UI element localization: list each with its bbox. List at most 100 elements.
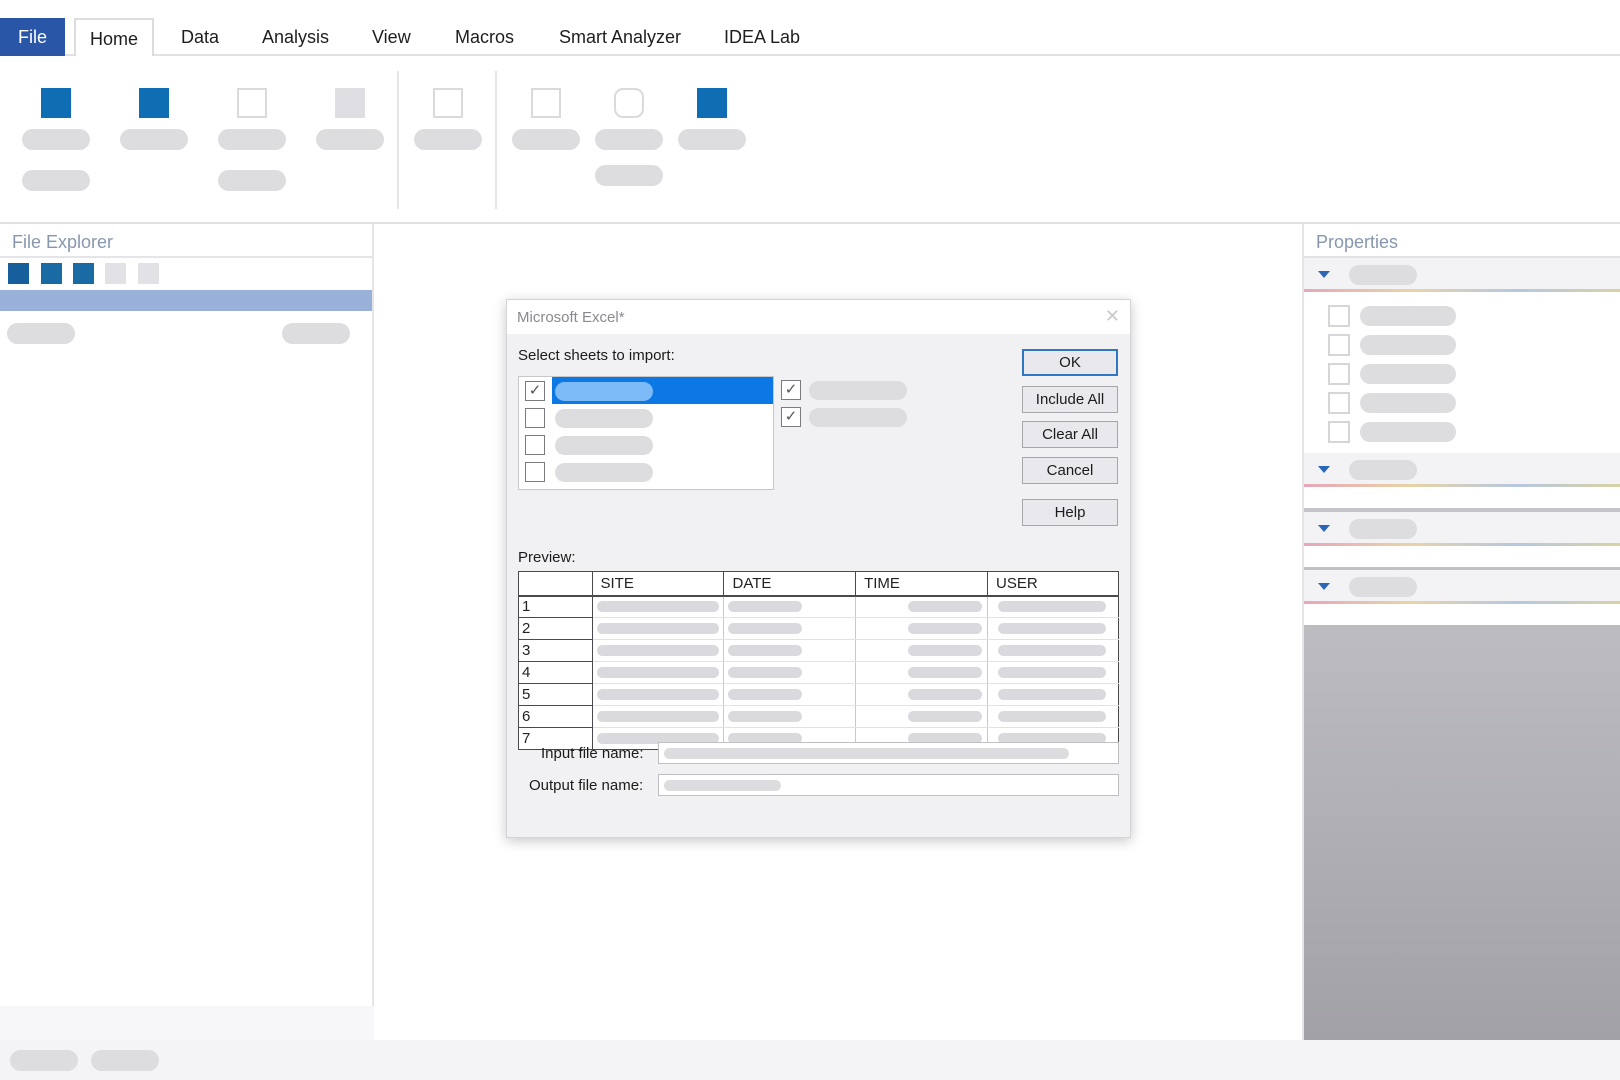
corner-header	[518, 571, 593, 597]
option-item[interactable]: ✓	[775, 403, 915, 430]
sheet-list: ✓	[518, 376, 774, 490]
sheet-list-item[interactable]	[519, 431, 773, 458]
menu-tab-analysis[interactable]: Analysis	[248, 18, 343, 56]
file-explorer-title: File Explorer	[12, 232, 114, 252]
ribbon-icon	[697, 88, 727, 118]
property-row[interactable]	[1304, 329, 1620, 358]
section-header[interactable]	[1304, 512, 1620, 546]
properties-panel: Properties	[1302, 224, 1620, 1042]
preview-label: Preview:	[518, 549, 576, 566]
sheet-list-item[interactable]	[519, 458, 773, 485]
row-number: 3	[518, 639, 593, 662]
property-row[interactable]	[1304, 358, 1620, 387]
menu-tab-smart-analyzer[interactable]: Smart Analyzer	[545, 18, 695, 56]
ok-button[interactable]: OK	[1022, 349, 1118, 376]
sheet-name	[555, 463, 653, 482]
property-label	[1360, 364, 1456, 384]
row-number: 5	[518, 683, 593, 706]
section-label	[1349, 577, 1417, 597]
status-bar	[0, 1040, 1620, 1080]
sheet-name	[555, 409, 653, 428]
checkbox[interactable]	[1328, 421, 1350, 443]
row-number: 1	[518, 595, 593, 618]
toolbar-icon[interactable]	[138, 263, 159, 284]
section-header[interactable]	[1304, 258, 1620, 292]
selected-row[interactable]	[0, 290, 372, 311]
sheet-list-item[interactable]: ✓	[519, 377, 773, 404]
sheet-checkbox[interactable]	[525, 435, 545, 455]
property-row[interactable]	[1304, 416, 1620, 445]
include-all-button[interactable]: Include All	[1022, 386, 1118, 413]
option-label	[809, 381, 907, 400]
sheet-checkbox[interactable]	[525, 408, 545, 428]
column-header[interactable]: TIME	[855, 571, 989, 597]
option-checkbox[interactable]: ✓	[781, 380, 801, 400]
property-label	[1360, 422, 1456, 442]
menu-tab-file[interactable]: File	[0, 18, 65, 56]
sheet-checkbox[interactable]: ✓	[525, 381, 545, 401]
toolbar-icon[interactable]	[73, 263, 94, 284]
ribbon	[0, 56, 1620, 224]
toolbar-icon[interactable]	[105, 263, 126, 284]
toolbar-icon[interactable]	[8, 263, 29, 284]
property-label	[1360, 306, 1456, 326]
section-label	[1349, 265, 1417, 285]
help-button[interactable]: Help	[1022, 499, 1118, 526]
sheet-name	[555, 382, 653, 401]
ribbon-icon	[41, 88, 71, 118]
file-explorer-panel: File Explorer	[0, 224, 374, 1006]
toolbar-icon[interactable]	[41, 263, 62, 284]
ribbon-icon	[335, 88, 365, 118]
option-item[interactable]: ✓	[775, 376, 915, 403]
menu-tab-home[interactable]: Home	[74, 18, 155, 58]
output-file-field[interactable]	[658, 774, 1119, 796]
option-checkbox[interactable]: ✓	[781, 407, 801, 427]
ribbon-label	[120, 129, 188, 150]
status-item	[10, 1050, 78, 1071]
properties-section	[1304, 258, 1620, 453]
ribbon-separator	[495, 71, 497, 209]
ribbon-label	[218, 170, 286, 191]
checkbox[interactable]	[1328, 334, 1350, 356]
table-row: 5	[518, 683, 1119, 706]
sheet-list-item[interactable]	[519, 404, 773, 431]
column-header[interactable]: SITE	[591, 571, 725, 597]
menu-bar: File Home Data Analysis View Macros Smar…	[0, 0, 1620, 58]
input-file-value	[664, 748, 1069, 759]
tree-item[interactable]	[282, 323, 350, 344]
menu-tab-macros[interactable]: Macros	[441, 18, 528, 56]
checkbox[interactable]	[1328, 363, 1350, 385]
clear-all-button[interactable]: Clear All	[1022, 421, 1118, 448]
row-number: 4	[518, 661, 593, 684]
section-label	[1349, 519, 1417, 539]
menu-tab-idea-lab[interactable]: IDEA Lab	[710, 18, 814, 56]
cancel-button[interactable]: Cancel	[1022, 457, 1118, 484]
output-file-label: Output file name:	[529, 777, 644, 794]
section-header[interactable]	[1304, 453, 1620, 487]
property-row[interactable]	[1304, 300, 1620, 329]
section-header[interactable]	[1304, 570, 1620, 604]
import-dialog: Microsoft Excel* ✕ Select sheets to impo…	[506, 299, 1131, 838]
checkbox[interactable]	[1328, 392, 1350, 414]
sheet-checkbox[interactable]	[525, 462, 545, 482]
close-icon[interactable]: ✕	[1105, 306, 1120, 327]
property-row[interactable]	[1304, 387, 1620, 416]
input-file-field[interactable]	[658, 742, 1119, 764]
menu-tab-data[interactable]: Data	[167, 18, 233, 56]
ribbon-icon	[531, 88, 561, 118]
table-row: 6	[518, 705, 1119, 728]
table-row: 3	[518, 639, 1119, 662]
preview-table: SITE DATE TIME USER 1 2 3 4 5 6 7	[518, 571, 1119, 750]
column-header[interactable]: DATE	[723, 571, 857, 597]
menu-tab-view[interactable]: View	[358, 18, 425, 56]
tree-item[interactable]	[7, 323, 75, 344]
checkbox[interactable]	[1328, 305, 1350, 327]
column-header[interactable]: USER	[987, 571, 1119, 597]
input-file-label: Input file name:	[541, 745, 644, 762]
triangle-down-icon	[1318, 466, 1330, 473]
table-row: 2	[518, 617, 1119, 640]
ribbon-label	[22, 129, 90, 150]
property-label	[1360, 393, 1456, 413]
ribbon-icon	[614, 88, 644, 118]
ribbon-label	[218, 129, 286, 150]
